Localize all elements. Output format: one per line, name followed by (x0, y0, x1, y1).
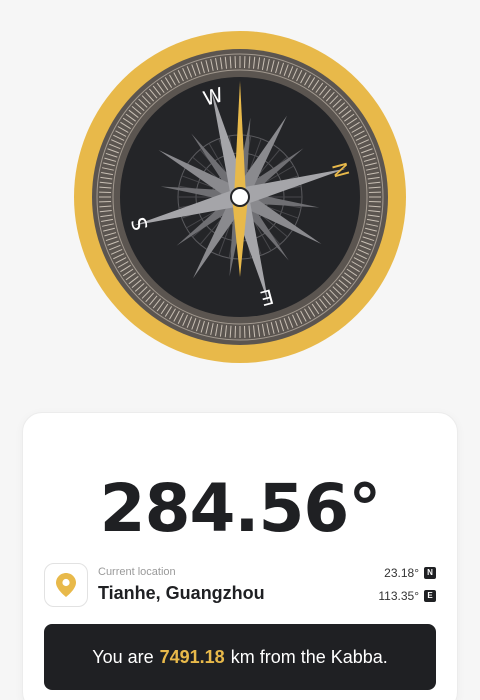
latitude: 23.18° N (384, 566, 436, 580)
heading-degrees: 284.56° (99, 470, 382, 547)
longitude-value: 113.35° (378, 589, 419, 603)
kabba-distance-banner: You are 7491.18 km from the Kabba. (44, 624, 436, 690)
latitude-value: 23.18° (384, 566, 419, 580)
longitude-direction-badge: E (424, 590, 436, 602)
distance-value: 7491.18 (159, 646, 225, 667)
location-caption: Current location (98, 566, 176, 578)
compass-dial: N E S W (74, 31, 406, 363)
latitude-direction-badge: N (424, 567, 436, 579)
qibla-compass-screen: N E S W 284.56° Current location Tianhe,… (0, 0, 480, 700)
longitude: 113.35° E (378, 589, 436, 603)
distance-prefix: You are (92, 646, 154, 667)
distance-suffix: km from the Kabba. (230, 646, 388, 667)
location-pin-icon (56, 573, 76, 597)
compass: N E S W (74, 31, 406, 363)
location-name: Tianhe, Guangzhou (98, 583, 265, 603)
needle-pivot (230, 187, 250, 207)
location-pin-button[interactable] (44, 563, 88, 607)
